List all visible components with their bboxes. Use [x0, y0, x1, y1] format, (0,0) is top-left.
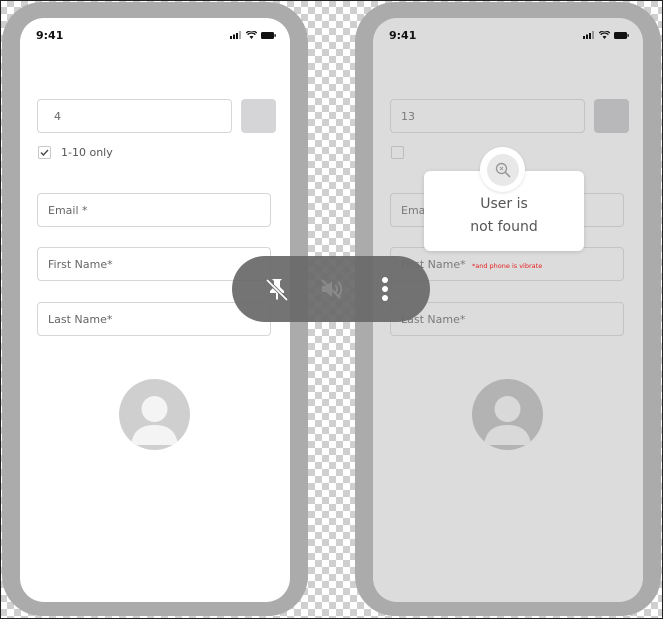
status-time: 9:41: [389, 29, 417, 42]
more-vertical-icon: [382, 277, 388, 301]
status-icons: [230, 31, 276, 39]
user-silhouette-icon: [131, 396, 178, 445]
number-input[interactable]: 4: [37, 99, 232, 133]
range-checkbox-row[interactable]: 1-10 only: [38, 146, 113, 159]
range-label: 1-10 only: [61, 146, 113, 159]
unpin-icon: [265, 278, 289, 302]
signal-icon: [230, 31, 241, 39]
avatar[interactable]: [119, 379, 190, 450]
toast-line-1: User is: [480, 196, 528, 212]
last-name-field[interactable]: Last Name*: [390, 302, 624, 336]
mute-button[interactable]: [311, 269, 351, 309]
submit-square-button[interactable]: [594, 99, 629, 133]
range-checkbox-row[interactable]: [391, 146, 404, 159]
last-name-field[interactable]: Last Name*: [37, 302, 271, 336]
email-field[interactable]: Email *: [37, 193, 271, 227]
toast-icon-badge: [480, 147, 525, 192]
floating-toolbar: [232, 256, 430, 322]
range-checkbox[interactable]: [391, 146, 404, 159]
wifi-icon: [599, 31, 610, 39]
avatar[interactable]: [472, 379, 543, 450]
search-icon: [495, 162, 510, 177]
unpin-button[interactable]: [257, 269, 297, 309]
signal-icon: [583, 31, 594, 39]
status-icons: [583, 31, 629, 39]
mute-icon: [321, 279, 343, 299]
status-time: 9:41: [36, 29, 64, 42]
wifi-icon: [246, 31, 257, 39]
toast-line-2: not found: [470, 219, 538, 235]
user-silhouette-icon: [484, 396, 531, 445]
more-options-button[interactable]: [365, 269, 405, 309]
user-not-found-toast: User is not found: [424, 147, 584, 251]
submit-square-button[interactable]: [241, 99, 276, 133]
range-checkbox[interactable]: [38, 146, 51, 159]
checkmark-icon: [40, 149, 49, 156]
battery-icon: [614, 31, 629, 39]
vibrate-note: *and phone is vibrate: [472, 262, 543, 270]
number-input[interactable]: 13: [390, 99, 585, 133]
battery-icon: [261, 31, 276, 39]
